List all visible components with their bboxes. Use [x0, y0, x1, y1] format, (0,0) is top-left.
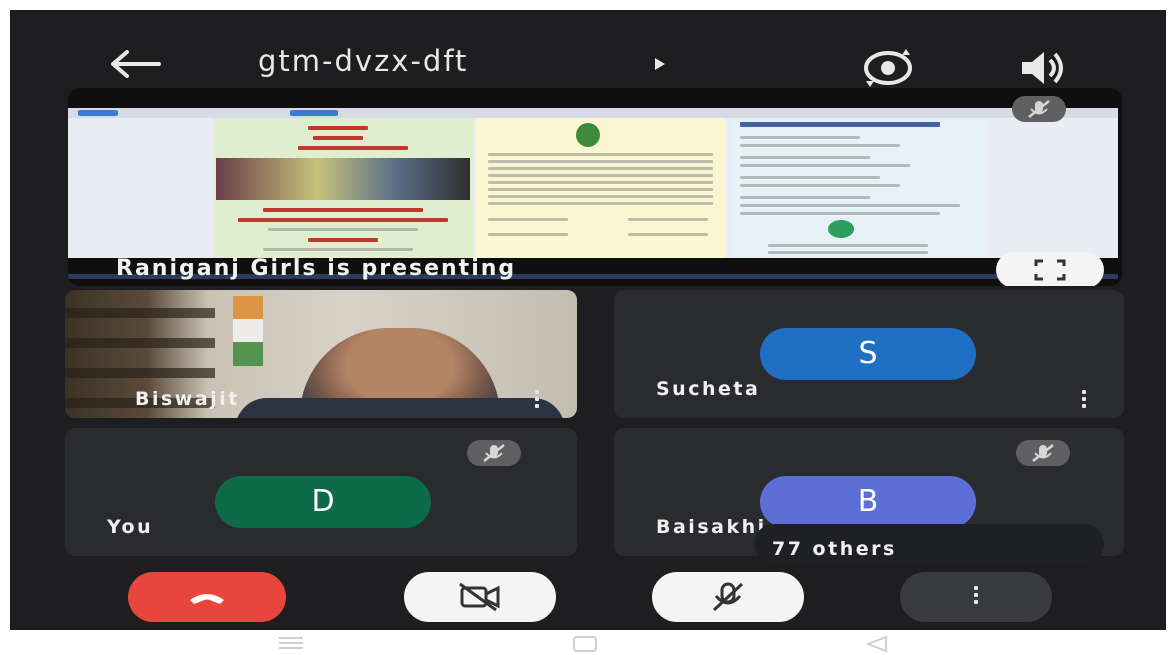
participant-tile-you[interactable]: D You: [65, 428, 577, 556]
avatar: S: [760, 328, 976, 380]
participant-tile-sucheta[interactable]: S Sucheta: [614, 290, 1124, 418]
mic-off-icon: [1012, 96, 1066, 122]
home-icon[interactable]: [572, 636, 598, 652]
avatar: B: [760, 476, 976, 528]
camera-toggle-button[interactable]: [404, 572, 556, 622]
participant-name: You: [107, 516, 154, 538]
end-call-icon: [190, 594, 224, 604]
poster-photo: [216, 158, 470, 200]
meet-call-screen: gtm-dvzx-dft Raniganj Girls is presentin…: [10, 10, 1166, 630]
back-triangle-icon[interactable]: [866, 636, 888, 652]
meeting-code[interactable]: gtm-dvzx-dft: [258, 44, 468, 78]
participant-name: Sucheta: [656, 378, 761, 400]
college-logo: [576, 123, 600, 147]
top-bar: gtm-dvzx-dft: [10, 10, 1166, 90]
mic-toggle-button[interactable]: [652, 572, 804, 622]
more-vertical-icon[interactable]: [1080, 390, 1088, 414]
participant-name: Biswajit: [135, 388, 240, 410]
fullscreen-icon: [1034, 259, 1066, 281]
speaker-icon[interactable]: [1018, 48, 1066, 88]
mic-off-icon: [1016, 440, 1070, 466]
end-call-button[interactable]: [128, 572, 286, 622]
camera-switch-icon[interactable]: [862, 46, 914, 90]
shared-screen: [68, 108, 1118, 279]
menu-icon[interactable]: [278, 636, 304, 650]
caret-right-icon[interactable]: [653, 56, 667, 72]
others-chip[interactable]: [646, 522, 756, 562]
presenter-label: Raniganj Girls is presenting: [116, 256, 517, 281]
arrow-left-icon[interactable]: [105, 44, 165, 84]
poster-right: [730, 118, 986, 258]
participant-tile-biswajit[interactable]: Biswajit: [65, 290, 577, 418]
presentation-tile[interactable]: Raniganj Girls is presenting: [68, 88, 1122, 286]
meet-logo: [828, 220, 854, 238]
avatar: D: [215, 476, 431, 528]
fullscreen-button[interactable]: [996, 252, 1104, 286]
more-vertical-icon[interactable]: [533, 390, 541, 414]
more-options-button[interactable]: [900, 572, 1052, 622]
others-count[interactable]: 77 others: [772, 538, 897, 560]
mic-off-icon: [712, 582, 744, 612]
more-vertical-icon: [972, 586, 980, 610]
mic-off-icon: [467, 440, 521, 466]
camera-off-icon: [459, 582, 500, 612]
flag: [233, 296, 263, 366]
